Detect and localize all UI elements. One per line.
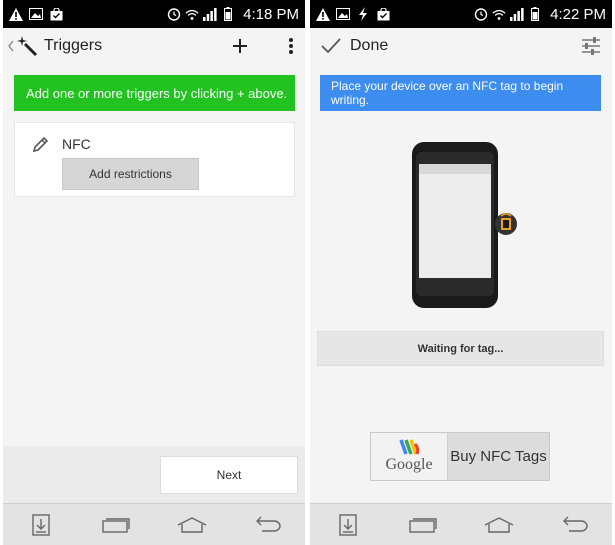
plus-icon[interactable] bbox=[229, 35, 251, 57]
pencil-icon[interactable] bbox=[32, 135, 50, 153]
phone-nfc-illustration bbox=[410, 140, 520, 310]
signal-icon bbox=[203, 7, 217, 21]
home-icon[interactable] bbox=[482, 512, 516, 538]
alarm-icon bbox=[167, 7, 181, 21]
nav-bar bbox=[3, 503, 305, 545]
image-icon bbox=[29, 7, 43, 21]
add-restrictions-button[interactable]: Add restrictions bbox=[62, 158, 199, 190]
page-title: Triggers bbox=[44, 37, 103, 54]
action-bar: Triggers bbox=[3, 28, 305, 64]
battery-icon bbox=[528, 7, 542, 21]
back-icon[interactable] bbox=[250, 512, 284, 538]
wifi-icon bbox=[185, 7, 199, 21]
add-trigger-button[interactable] bbox=[229, 35, 251, 57]
home-icon[interactable] bbox=[175, 512, 209, 538]
done-button[interactable]: Done bbox=[320, 37, 388, 55]
status-bar: 4:22 PM bbox=[310, 0, 612, 28]
image-icon bbox=[336, 7, 350, 21]
status-bar: 4:18 PM bbox=[3, 0, 305, 28]
download-icon[interactable] bbox=[331, 512, 365, 538]
lightning-icon bbox=[356, 7, 370, 21]
info-banner: Place your device over an NFC tag to beg… bbox=[320, 75, 601, 111]
back-chevron-icon[interactable] bbox=[7, 38, 15, 54]
trigger-name: NFC bbox=[62, 136, 91, 152]
right-screen: 4:22 PM Done Place your device over an N… bbox=[310, 0, 612, 545]
buy-nfc-tags-button[interactable]: Google Buy NFC Tags bbox=[370, 432, 550, 481]
info-banner: Add one or more triggers by clicking + a… bbox=[14, 75, 295, 111]
trigger-card: NFC Add restrictions bbox=[14, 122, 295, 197]
checkmark-icon[interactable] bbox=[320, 37, 342, 55]
settings-button[interactable] bbox=[580, 35, 602, 57]
alarm-icon bbox=[474, 7, 488, 21]
google-logo-text: Google bbox=[385, 455, 433, 473]
warning-icon bbox=[316, 7, 330, 21]
google-logo: Google bbox=[371, 433, 448, 480]
shopping-bag-icon bbox=[49, 7, 63, 21]
status-time: 4:22 PM bbox=[550, 5, 606, 23]
shopping-bag-icon bbox=[376, 7, 390, 21]
overflow-menu-icon[interactable] bbox=[287, 35, 295, 57]
buy-nfc-tags-label: Buy NFC Tags bbox=[450, 448, 547, 465]
bottom-bar: Next bbox=[3, 446, 305, 503]
recent-apps-icon[interactable] bbox=[99, 512, 133, 538]
battery-icon bbox=[221, 7, 235, 21]
overflow-menu-button[interactable] bbox=[287, 35, 295, 57]
signal-icon bbox=[510, 7, 524, 21]
left-screen: 4:18 PM Triggers Add one or more trigger… bbox=[3, 0, 305, 545]
back-icon[interactable] bbox=[557, 512, 591, 538]
action-bar: Done bbox=[310, 28, 612, 64]
sliders-icon[interactable] bbox=[580, 35, 602, 57]
nav-bar bbox=[310, 503, 612, 545]
wifi-icon bbox=[492, 7, 506, 21]
recent-apps-icon[interactable] bbox=[406, 512, 440, 538]
waiting-status: Waiting for tag... bbox=[317, 331, 604, 366]
magic-wand-icon[interactable] bbox=[16, 35, 38, 57]
done-label: Done bbox=[350, 37, 389, 54]
google-wallet-icon bbox=[399, 439, 420, 455]
warning-icon bbox=[9, 7, 23, 21]
next-button[interactable]: Next bbox=[160, 456, 298, 494]
download-icon[interactable] bbox=[24, 512, 58, 538]
status-time: 4:18 PM bbox=[243, 5, 299, 23]
